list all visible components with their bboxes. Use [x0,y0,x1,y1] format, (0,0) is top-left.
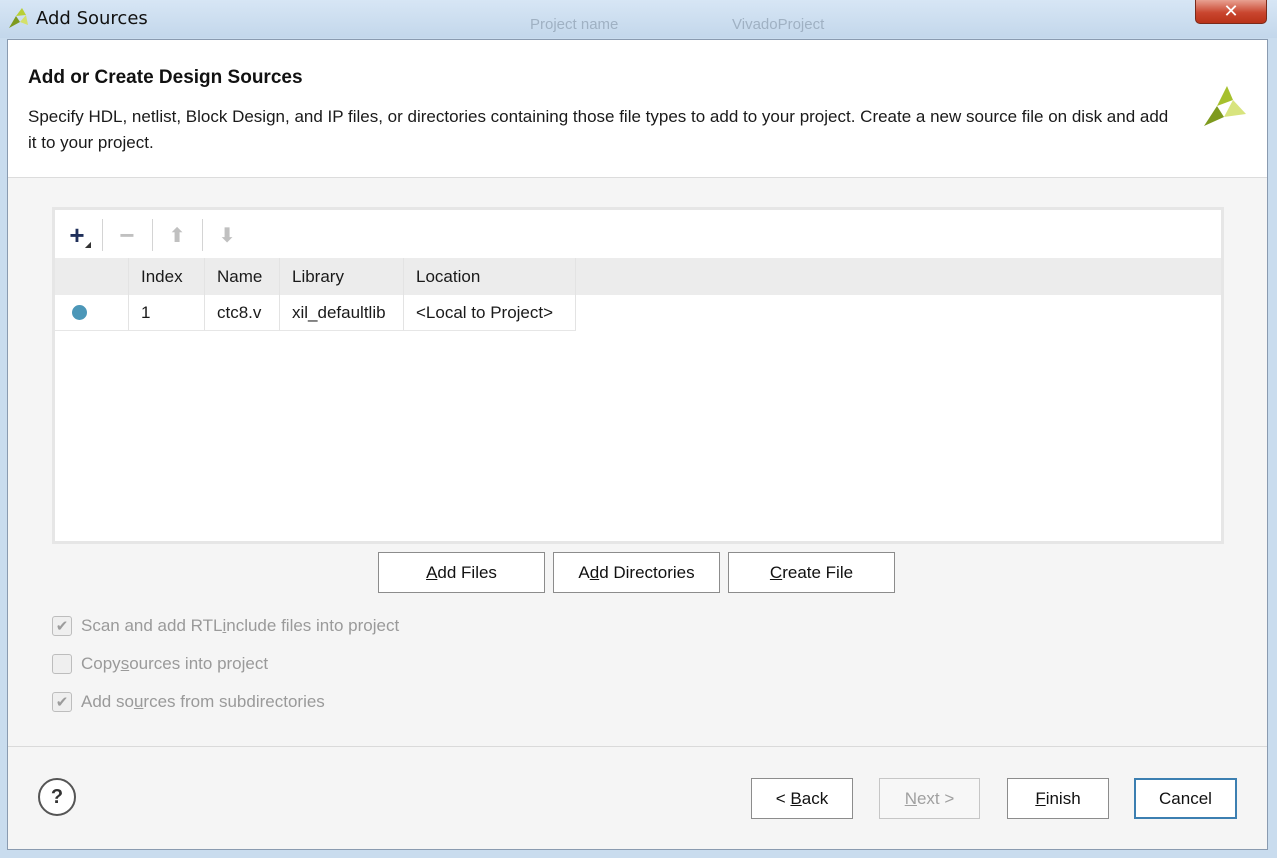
dropdown-caret-icon: ◢ [84,240,91,249]
xilinx-logo-icon [9,8,28,28]
column-header-index[interactable]: Index [129,258,205,295]
sources-table-panel: + ◢ − ⬆ ⬇ Index Name Library Location 1 … [52,207,1224,544]
add-icon[interactable]: + ◢ [59,218,95,252]
add-symbol: + [69,219,85,250]
scan-rtl-include-checkbox[interactable]: ✔ [52,616,72,636]
column-header-status[interactable] [55,258,129,295]
copy-sources-option[interactable]: Copy s ources into project [52,651,268,677]
table-row[interactable]: 1 ctc8.v xil_defaultlib <Local to Projec… [55,295,576,331]
back-button[interactable]: < Back [751,778,853,819]
window-titlebar: Add Sources Project name VivadoProject ✕ [0,0,1277,38]
status-cell [55,295,129,331]
dialog-body: Add or Create Design Sources Specify HDL… [7,39,1268,850]
column-header-library[interactable]: Library [280,258,404,295]
dialog-header: Add or Create Design Sources Specify HDL… [8,40,1267,178]
xilinx-logo-icon [1204,86,1246,126]
copy-sources-checkbox[interactable] [52,654,72,674]
add-directories-button[interactable]: Add Directories [553,552,720,593]
finish-button[interactable]: Finish [1007,778,1109,819]
status-dot-icon [72,305,87,320]
background-label: Project name [530,16,619,33]
add-subdirectories-option[interactable]: ✔ Add so u rces from subdirectories [52,689,325,715]
name-cell: ctc8.v [205,295,280,331]
table-toolbar: + ◢ − ⬆ ⬇ [55,210,1221,258]
next-button[interactable]: Next > [879,778,980,819]
library-cell[interactable]: xil_defaultlib [280,295,404,331]
column-header-location[interactable]: Location [404,258,576,295]
page-title: Add or Create Design Sources [28,67,303,88]
add-subdirectories-checkbox[interactable]: ✔ [52,692,72,712]
scan-rtl-include-option[interactable]: ✔ Scan and add RTL i nclude files into pr… [52,613,399,639]
footer-divider [8,746,1267,747]
page-description: Specify HDL, netlist, Block Design, and … [28,107,1169,152]
add-files-button[interactable]: Add Files [378,552,545,593]
location-cell: <Local to Project> [404,295,576,331]
table-header: Index Name Library Location [55,258,1221,295]
create-file-button[interactable]: Create File [728,552,895,593]
background-value: VivadoProject [732,16,825,33]
window-title: Add Sources [36,8,148,29]
cancel-button[interactable]: Cancel [1134,778,1237,819]
move-up-icon[interactable]: ⬆ [159,218,195,252]
close-button[interactable]: ✕ [1195,0,1267,24]
help-button[interactable]: ? [38,778,76,816]
remove-icon[interactable]: − [109,218,145,252]
index-cell: 1 [129,295,205,331]
column-header-name[interactable]: Name [205,258,280,295]
move-down-icon[interactable]: ⬇ [209,218,245,252]
